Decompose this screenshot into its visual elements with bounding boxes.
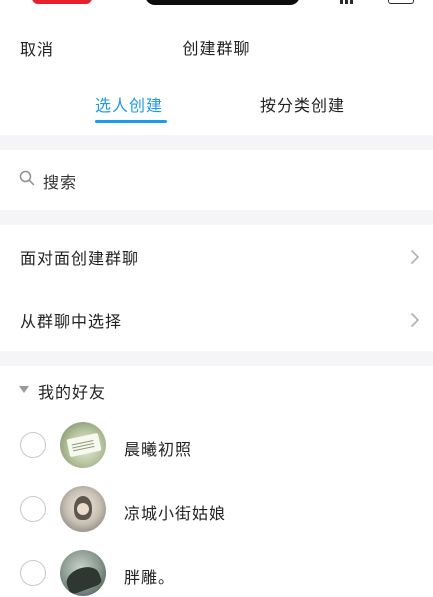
- search-bar[interactable]: 搜索: [0, 150, 433, 210]
- menu-label: 从群聊中选择: [20, 312, 123, 331]
- friend-list-item[interactable]: 晨曦初照: [0, 414, 433, 480]
- search-icon: [19, 170, 35, 186]
- battery-icon: [388, 0, 414, 4]
- friend-name: 胖雕。: [124, 568, 176, 587]
- avatar: [60, 422, 106, 468]
- friend-list-item[interactable]: 凉城小街姑娘: [0, 478, 433, 544]
- menu-group: 面对面创建群聊 从群聊中选择: [0, 225, 433, 351]
- face-to-face-group-row[interactable]: 面对面创建群聊: [0, 225, 433, 288]
- chevron-right-icon: [411, 313, 419, 327]
- page-title: 创建群聊: [182, 39, 251, 58]
- status-bar: [0, 0, 433, 10]
- signal-bar-icon: [340, 0, 343, 4]
- active-tab-indicator: [95, 120, 167, 123]
- navigation-header: 取消 创建群聊: [0, 10, 433, 72]
- select-checkbox[interactable]: [20, 560, 46, 586]
- chevron-right-icon: [411, 250, 419, 264]
- caret-down-icon: [19, 386, 29, 393]
- menu-label: 面对面创建群聊: [20, 249, 140, 268]
- avatar: [60, 550, 106, 596]
- tab-by-category[interactable]: 按分类创建: [260, 92, 345, 116]
- signal-bar-icon: [345, 0, 348, 4]
- friend-name: 凉城小街姑娘: [124, 504, 227, 523]
- select-checkbox[interactable]: [20, 496, 46, 522]
- avatar: [60, 486, 106, 532]
- creation-mode-tabs: 选人创建 按分类创建: [0, 72, 433, 135]
- section-title: 我的好友: [38, 383, 107, 402]
- signal-bar-icon: [350, 0, 353, 4]
- select-checkbox[interactable]: [20, 432, 46, 458]
- my-friends-section: 我的好友 晨曦初照 凉城小街姑娘 胖雕。: [0, 366, 433, 597]
- tab-select-people[interactable]: 选人创建: [95, 92, 163, 116]
- status-icons: [340, 0, 420, 4]
- recording-indicator: [32, 0, 92, 4]
- search-placeholder: 搜索: [43, 173, 78, 192]
- friend-name: 晨曦初照: [124, 440, 193, 459]
- select-from-groups-row[interactable]: 从群聊中选择: [0, 288, 433, 351]
- device-notch: [145, 0, 300, 5]
- friend-list-item[interactable]: 胖雕。: [0, 542, 433, 597]
- create-group-chat-screen: 取消 创建群聊 选人创建 按分类创建 搜索 面对面创建群聊 从群聊中选择 我的好…: [0, 0, 433, 597]
- friends-section-header[interactable]: 我的好友: [0, 366, 433, 414]
